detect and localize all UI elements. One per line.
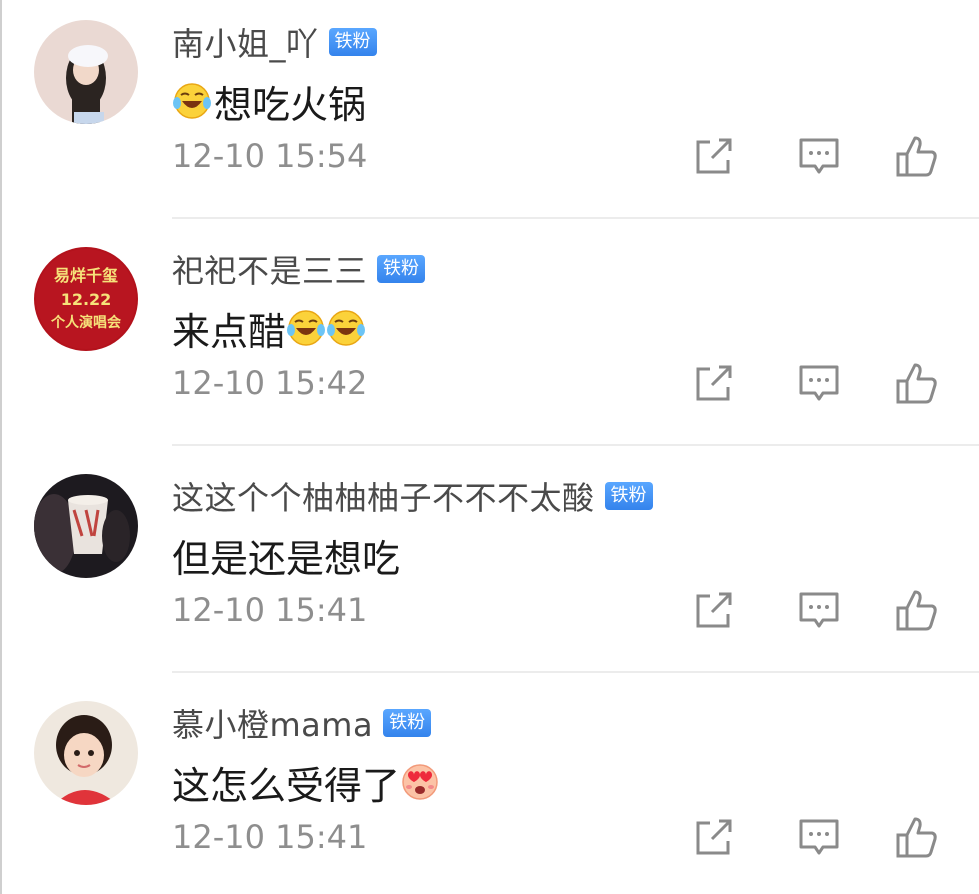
comment-text-body: 但是还是想吃 (172, 536, 401, 581)
like-icon[interactable] (895, 588, 939, 632)
share-icon[interactable] (692, 134, 736, 178)
comment-text-body: 这怎么受得了 (172, 763, 401, 808)
like-icon[interactable] (895, 815, 939, 859)
divider (172, 217, 979, 219)
fan-badge: 铁粉 (604, 482, 653, 510)
comment-item: 慕小橙mama 铁粉 这怎么受得了 12-10 15:41 (2, 681, 979, 894)
reply-icon[interactable] (797, 588, 841, 632)
username[interactable]: 这这个个柚柚柚子不不不太酸 (172, 473, 595, 519)
username[interactable]: 祀祀不是三三 (172, 246, 367, 292)
fan-badge: 铁粉 (328, 28, 377, 56)
fan-badge: 铁粉 (383, 709, 432, 737)
comment-text-body: 想吃火锅 (214, 82, 367, 127)
comment-item: 这这个个柚柚柚子不不不太酸 铁粉 但是还是想吃 12-10 15:41 (2, 454, 979, 681)
avatar[interactable] (34, 20, 138, 124)
timestamp: 12-10 15:54 (172, 137, 368, 175)
comment-text-body: 来点醋 (172, 309, 287, 354)
timestamp: 12-10 15:42 (172, 364, 368, 402)
avatar-poster-line-1: 易烊千玺 (54, 266, 118, 285)
comment-text: 来点醋 (172, 303, 366, 354)
reply-icon[interactable] (797, 361, 841, 405)
share-icon[interactable] (692, 361, 736, 405)
comment-text: 但是还是想吃 (172, 530, 401, 581)
like-icon[interactable] (895, 134, 939, 178)
laughing-crying-emoji (172, 81, 212, 121)
avatar[interactable]: 易烊千玺 12.22 个人演唱会 (34, 247, 138, 351)
heart-eyes-emoji (400, 762, 440, 802)
reply-icon[interactable] (797, 134, 841, 178)
reply-icon[interactable] (797, 815, 841, 859)
fan-badge: 铁粉 (377, 255, 426, 283)
avatar-poster-line-2: 12.22 (61, 290, 112, 309)
avatar[interactable] (34, 474, 138, 578)
comment-item: 易烊千玺 12.22 个人演唱会 祀祀不是三三 铁粉 来点醋 12-10 15:… (2, 227, 979, 454)
comment-text: 想吃火锅 (172, 76, 367, 127)
like-icon[interactable] (895, 361, 939, 405)
laughing-crying-emoji (326, 308, 366, 348)
comment-list: 南小姐_吖 铁粉 想吃火锅 12-10 15:54 易烊千玺 12.22 个人演… (0, 0, 979, 894)
divider (172, 671, 979, 673)
share-icon[interactable] (692, 815, 736, 859)
username[interactable]: 南小姐_吖 (172, 19, 319, 65)
username[interactable]: 慕小橙mama (172, 700, 373, 746)
avatar-poster-line-3: 个人演唱会 (50, 314, 122, 331)
timestamp: 12-10 15:41 (172, 591, 368, 629)
divider (172, 444, 979, 446)
timestamp: 12-10 15:41 (172, 818, 368, 856)
avatar[interactable] (34, 701, 138, 805)
comment-text: 这怎么受得了 (172, 757, 440, 808)
comment-item: 南小姐_吖 铁粉 想吃火锅 12-10 15:54 (2, 0, 979, 227)
share-icon[interactable] (692, 588, 736, 632)
laughing-crying-emoji (286, 308, 326, 348)
